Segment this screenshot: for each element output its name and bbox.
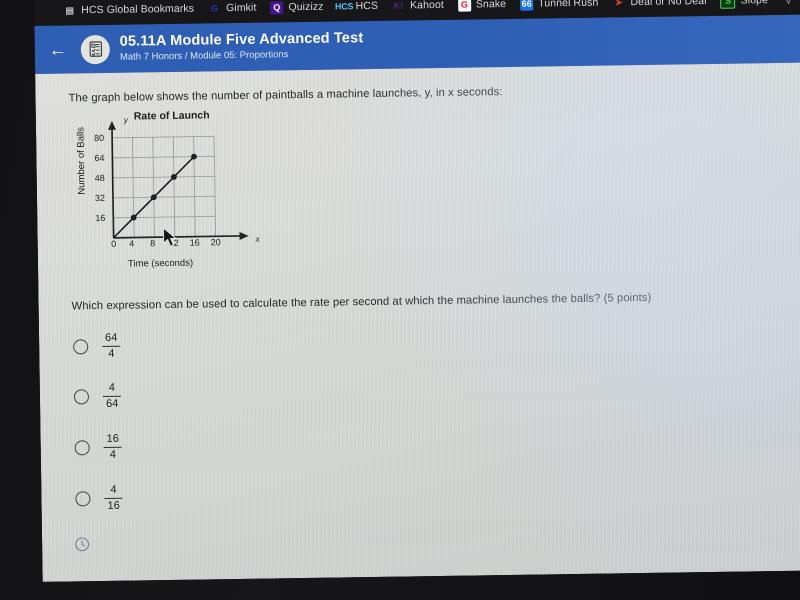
- bookmark-label: Deal or No Deal: [630, 0, 707, 9]
- fraction-denominator: 4: [109, 448, 117, 461]
- breadcrumb: Math 7 Honors / Module 05: Proportions: [119, 49, 289, 63]
- answer-option[interactable]: 16 4: [74, 432, 123, 462]
- radio-button[interactable]: [74, 440, 90, 456]
- rate-of-launch-chart: Rate of Launch y x Number of Balls Time …: [64, 108, 297, 291]
- hcs-icon: HCS: [334, 0, 354, 12]
- bookmark-label: Gimkit: [225, 1, 257, 15]
- deal-icon: ➤: [615, 0, 623, 7]
- answer-option[interactable]: 4 16: [75, 483, 123, 513]
- snake-icon: G: [457, 0, 472, 12]
- back-button[interactable]: ←: [34, 25, 81, 74]
- bookmark-label: HCS Global Bookmarks: [81, 2, 195, 17]
- fraction-denominator: 16: [107, 499, 120, 512]
- fraction: 4 16: [104, 483, 123, 513]
- answer-option[interactable]: 4 64: [73, 381, 122, 411]
- bookmark-item[interactable]: ➤ Deal or No Deal: [605, 0, 714, 14]
- header-text: 05.11A Module Five Advanced Test Math 7 …: [120, 30, 364, 63]
- bookmark-item[interactable]: G Gimkit: [201, 0, 264, 20]
- fraction-denominator: 64: [105, 397, 119, 410]
- tunnel-rush-icon: 66: [520, 0, 534, 11]
- gimkit-icon: G: [210, 2, 219, 13]
- bookmark-item[interactable]: HCS HCS: [330, 0, 385, 18]
- x-axis-title: Time (seconds): [127, 257, 194, 270]
- bookmark-label: Tunnel Rush: [538, 0, 599, 10]
- bookmark-label: Snake: [475, 0, 507, 11]
- clock-icon[interactable]: [74, 536, 90, 552]
- bookmark-label: Kahoot: [409, 0, 445, 12]
- fraction-numerator: 4: [108, 381, 116, 394]
- folder-icon: ▤: [65, 4, 75, 16]
- bookmark-item[interactable]: S Slope: [713, 0, 775, 12]
- bookmark-item[interactable]: Q Quizizz: [263, 0, 330, 19]
- fraction-numerator: 16: [106, 432, 119, 445]
- chart-plot: [107, 120, 249, 240]
- fraction: 4 64: [102, 381, 122, 411]
- bookmark-item[interactable]: 66 Tunnel Rush: [513, 0, 606, 15]
- slope-icon: S: [720, 0, 736, 9]
- fraction: 64 4: [102, 331, 121, 361]
- back-arrow-icon: ←: [48, 39, 67, 60]
- mouse-pointer-icon: [162, 227, 177, 247]
- quizizz-icon: Q: [270, 0, 284, 14]
- bookmark-label: Slope: [740, 0, 769, 7]
- radio-button[interactable]: [75, 491, 91, 507]
- browser-screen: ▤ HCS Global Bookmarks G Gimkit Q Quiziz…: [34, 0, 800, 582]
- fraction: 16 4: [103, 432, 123, 462]
- bookmark-item[interactable]: K! Kahoot: [385, 0, 451, 17]
- question-prompt: The graph below shows the number of pain…: [68, 86, 503, 105]
- answer-option[interactable]: 64 4: [73, 331, 121, 361]
- bookmark-item[interactable]: ▽ HCS Virtu: [775, 0, 800, 11]
- clipboard-checklist-icon: [80, 34, 111, 64]
- radio-button[interactable]: [73, 389, 90, 405]
- kahoot-icon: K!: [393, 0, 404, 11]
- radio-button[interactable]: [73, 339, 89, 355]
- fraction-numerator: 64: [104, 331, 118, 344]
- question-content: The graph below shows the number of pain…: [35, 62, 800, 582]
- fraction-numerator: 4: [110, 483, 117, 496]
- bookmark-item[interactable]: ▤ HCS Global Bookmarks: [56, 0, 201, 22]
- y-axis: [107, 120, 116, 238]
- photo-background: ▤ HCS Global Bookmarks G Gimkit Q Quiziz…: [0, 0, 800, 600]
- question-stem: Which expression can be used to calculat…: [71, 291, 652, 313]
- hcs-virtual-icon: ▽: [782, 0, 795, 6]
- fraction-denominator: 4: [108, 347, 115, 360]
- page-title: 05.11A Module Five Advanced Test: [119, 30, 364, 50]
- bookmark-label: Quizizz: [288, 0, 324, 14]
- bookmark-item[interactable]: G Snake: [451, 0, 514, 16]
- bookmark-label: HCS: [355, 0, 379, 13]
